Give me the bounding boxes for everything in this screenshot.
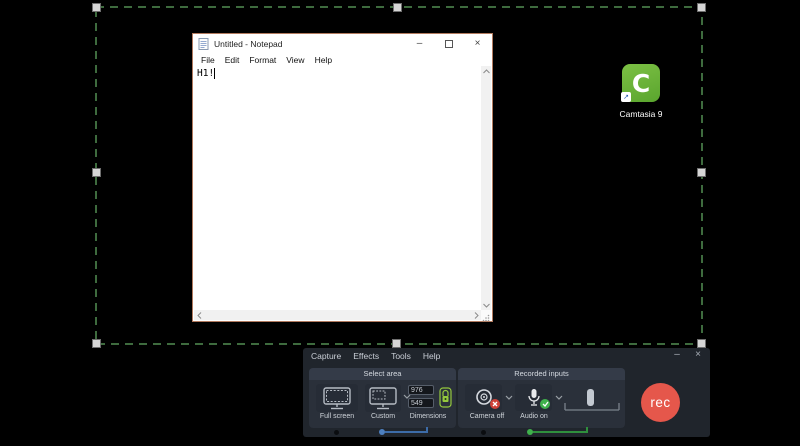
notepad-text: H1! [197, 68, 215, 79]
full-screen-button[interactable] [316, 384, 358, 412]
scroll-down-icon[interactable] [481, 300, 491, 310]
maximize-icon [445, 40, 453, 48]
custom-area-button[interactable] [365, 384, 401, 412]
notepad-menu-edit[interactable]: Edit [220, 55, 245, 65]
recorded-inputs-section: Recorded inputs Camera off [458, 368, 625, 428]
audio-label: Audio on [514, 413, 554, 420]
notepad-titlebar[interactable]: Untitled - Notepad – × [193, 34, 492, 53]
audio-toggle-button[interactable] [515, 384, 552, 411]
text-caret [214, 68, 215, 79]
audio-indicator-tick [586, 427, 588, 433]
camera-toggle-button[interactable] [465, 384, 502, 411]
custom-label: Custom [361, 413, 405, 420]
recorder-menu-effects[interactable]: Effects [353, 351, 379, 361]
notepad-menu-format[interactable]: Format [244, 55, 281, 65]
camera-dropdown-icon[interactable] [505, 395, 513, 400]
audio-indicator-line [533, 431, 587, 433]
full-screen-label: Full screen [309, 413, 365, 420]
notepad-horizontal-scrollbar[interactable] [194, 310, 481, 320]
scroll-right-icon[interactable] [471, 310, 481, 320]
recorder-menu-capture[interactable]: Capture [311, 351, 341, 361]
selection-handle-bottom-left[interactable] [92, 339, 101, 348]
rec-button[interactable]: rec [641, 383, 680, 422]
lock-aspect-icon[interactable] [438, 387, 453, 408]
notepad-title: Untitled - Notepad [214, 39, 283, 49]
rec-button-label: rec [650, 395, 670, 410]
shortcut-arrow-icon: ↗ [621, 92, 631, 102]
recorder-minimize-button[interactable]: – [671, 349, 683, 360]
notepad-minimize-button[interactable]: – [405, 34, 434, 53]
select-area-section: Select area Full screen [309, 368, 456, 428]
resize-grip[interactable] [481, 310, 491, 320]
selection-handle-top-middle[interactable] [393, 3, 402, 12]
notepad-window: Untitled - Notepad – × File Edit Format … [192, 33, 493, 322]
notepad-menu-view[interactable]: View [281, 55, 309, 65]
camera-off-badge-icon [490, 399, 500, 409]
recorder-menubar: Capture Effects Tools Help [311, 351, 440, 361]
notepad-app-icon [198, 37, 209, 50]
select-area-indicator-tick [426, 427, 428, 433]
camera-indicator-dot[interactable] [481, 430, 486, 435]
full-screen-monitor-icon [322, 386, 352, 410]
selection-handle-bottom-right[interactable] [697, 339, 706, 348]
notepad-vertical-scrollbar[interactable] [481, 66, 491, 310]
selection-handle-middle-right[interactable] [697, 168, 706, 177]
notepad-menu-help[interactable]: Help [310, 55, 337, 65]
recorder-menu-tools[interactable]: Tools [391, 351, 411, 361]
notepad-maximize-button[interactable] [434, 34, 463, 53]
recorder-close-button[interactable]: × [692, 349, 704, 360]
selection-handle-middle-left[interactable] [92, 168, 101, 177]
camtasia-logo-icon: C [632, 69, 650, 98]
selection-handle-top-right[interactable] [697, 3, 706, 12]
notepad-text-area[interactable]: H1! [194, 66, 491, 320]
selection-handle-top-left[interactable] [92, 3, 101, 12]
selection-handle-bottom-middle[interactable] [392, 339, 401, 348]
dimension-height-input[interactable] [408, 398, 434, 408]
dimensions-label: Dimensions [401, 413, 455, 420]
scroll-left-icon[interactable] [194, 310, 204, 320]
slider-handle[interactable] [587, 389, 594, 406]
select-area-fullscreen-indicator-dot[interactable] [334, 430, 339, 435]
audio-dropdown-icon[interactable] [555, 395, 563, 400]
scroll-up-icon[interactable] [481, 66, 491, 76]
camera-label: Camera off [458, 413, 516, 420]
notepad-close-button[interactable]: × [463, 34, 492, 53]
camtasia-icon-label: Camtasia 9 [601, 109, 681, 119]
custom-area-monitor-icon [368, 386, 398, 410]
select-area-indicator-line [385, 431, 427, 433]
recorded-inputs-header: Recorded inputs [458, 368, 625, 380]
notepad-menu-file[interactable]: File [196, 55, 220, 65]
desktop: Untitled - Notepad – × File Edit Format … [0, 0, 800, 446]
notepad-menubar: File Edit Format View Help [193, 53, 492, 66]
camtasia-recorder-panel: Capture Effects Tools Help – × Select ar… [303, 348, 710, 437]
audio-on-badge-icon [540, 399, 550, 409]
dimension-width-input[interactable] [408, 385, 434, 395]
select-area-header: Select area [309, 368, 456, 380]
recorder-menu-help[interactable]: Help [423, 351, 440, 361]
